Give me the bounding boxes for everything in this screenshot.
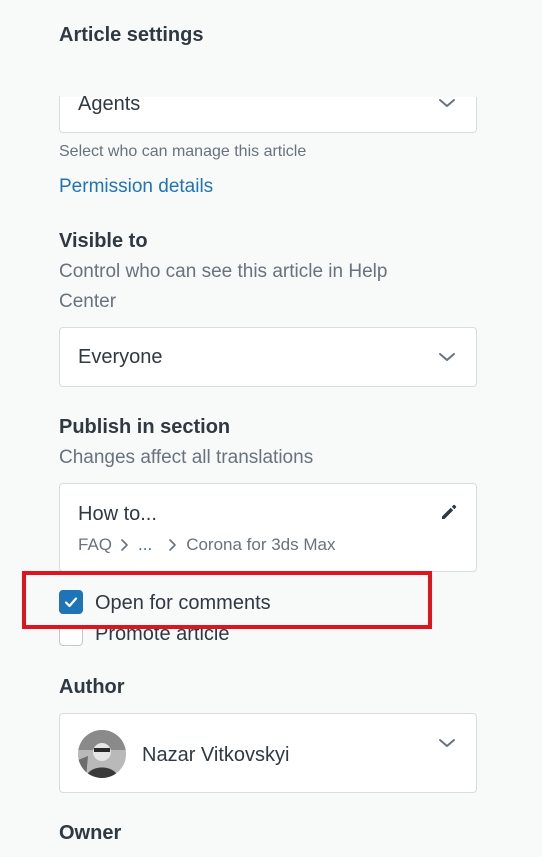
panel-title: Article settings [59,24,204,46]
visible-to-label: Visible to [59,230,148,252]
managed-by-hint: Select who can manage this article [59,143,307,160]
highlight-box [22,571,432,629]
section-breadcrumb: FAQ ... Corona for 3ds Max [78,535,335,555]
permission-details-link[interactable]: Permission details [59,176,213,198]
chevron-right-icon [121,539,128,551]
sticky-header-mask [0,60,542,96]
visible-to-description-line1: Control who can see this article in Help [59,261,388,282]
section-name: How to... [78,503,157,525]
publish-section-label: Publish in section [59,416,231,438]
section-picker[interactable]: How to... FAQ ... Corona for 3ds Max [59,483,477,572]
visible-to-select[interactable]: Everyone [59,327,477,387]
user-avatar-image [78,730,126,778]
breadcrumb-ellipsis[interactable]: ... [138,535,152,555]
breadcrumb-item: FAQ [78,535,113,554]
chevron-down-icon [439,99,455,107]
chevron-down-icon [439,739,455,747]
avatar [78,730,126,778]
author-select[interactable]: Nazar Vitkovskyi [59,713,477,793]
author-label: Author [59,676,125,698]
publish-section-description: Changes affect all translations [59,447,314,468]
chevron-down-icon [439,353,455,361]
owner-label: Owner [59,822,122,844]
author-name: Nazar Vitkovskyi [142,744,290,766]
pencil-icon[interactable] [439,502,459,522]
visible-to-description-line2: Center [59,291,117,312]
managed-by-value: Agents [78,93,141,115]
visible-to-value: Everyone [78,346,163,368]
chevron-right-icon [169,539,176,551]
breadcrumb-item: Corona for 3ds Max [186,535,336,554]
